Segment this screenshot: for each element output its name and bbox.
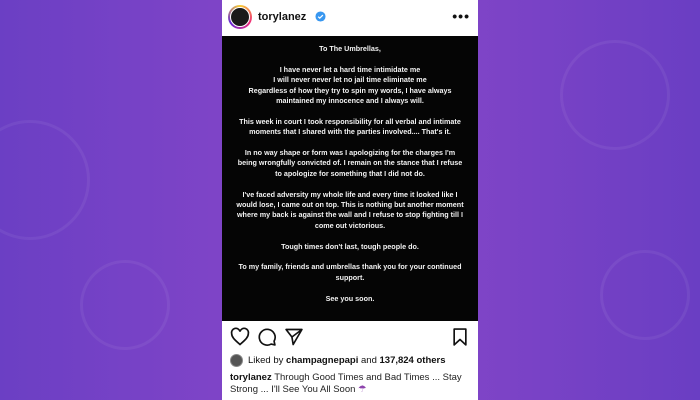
post-header: torylanez ••• bbox=[222, 0, 478, 36]
post-text-paragraph: Tough times don't last, tough people do. bbox=[281, 241, 419, 251]
background-decoration bbox=[560, 40, 670, 150]
heart-icon[interactable] bbox=[230, 327, 250, 347]
background-decoration bbox=[0, 120, 90, 240]
caption-username[interactable]: torylanez bbox=[230, 372, 272, 383]
umbrella-emoji: ☂ bbox=[358, 384, 367, 395]
share-icon[interactable] bbox=[284, 327, 304, 347]
action-bar bbox=[222, 327, 478, 349]
post-text-paragraph: In no way shape or form was I apologizin… bbox=[237, 148, 463, 178]
post-text-paragraph: To my family, friends and umbrellas than… bbox=[238, 262, 462, 282]
post-text-paragraph: This week in court I took responsibility… bbox=[239, 116, 461, 137]
instagram-post: torylanez ••• To The Umbrellas, I have n… bbox=[222, 0, 478, 400]
username[interactable]: torylanez bbox=[258, 11, 306, 23]
more-options-icon[interactable]: ••• bbox=[452, 8, 470, 24]
liker-username[interactable]: champagnepapi bbox=[286, 355, 358, 366]
post-text-paragraph: I have never let a hard time intimidate … bbox=[248, 64, 452, 106]
post-image: To The Umbrellas, I have never let a har… bbox=[222, 36, 478, 321]
background-decoration bbox=[80, 260, 170, 350]
avatar[interactable] bbox=[228, 5, 252, 29]
likes-summary[interactable]: Liked by champagnepapi and 137,824 other… bbox=[230, 352, 446, 368]
post-text-paragraph: See you soon. bbox=[325, 293, 375, 303]
background-decoration bbox=[600, 250, 690, 340]
likes-prefix: Liked by bbox=[248, 354, 284, 366]
comment-icon[interactable] bbox=[257, 327, 277, 347]
post-caption: torylanez Through Good Times and Bad Tim… bbox=[230, 372, 472, 396]
bookmark-icon[interactable] bbox=[450, 327, 470, 347]
verified-badge-icon bbox=[315, 11, 326, 22]
likes-count[interactable]: 137,824 others bbox=[380, 355, 446, 366]
post-text-paragraph: I've faced adversity my whole life and e… bbox=[236, 189, 464, 230]
likes-and: and bbox=[361, 354, 377, 366]
liker-avatar bbox=[230, 353, 243, 367]
post-text-title: To The Umbrellas, bbox=[319, 44, 381, 53]
